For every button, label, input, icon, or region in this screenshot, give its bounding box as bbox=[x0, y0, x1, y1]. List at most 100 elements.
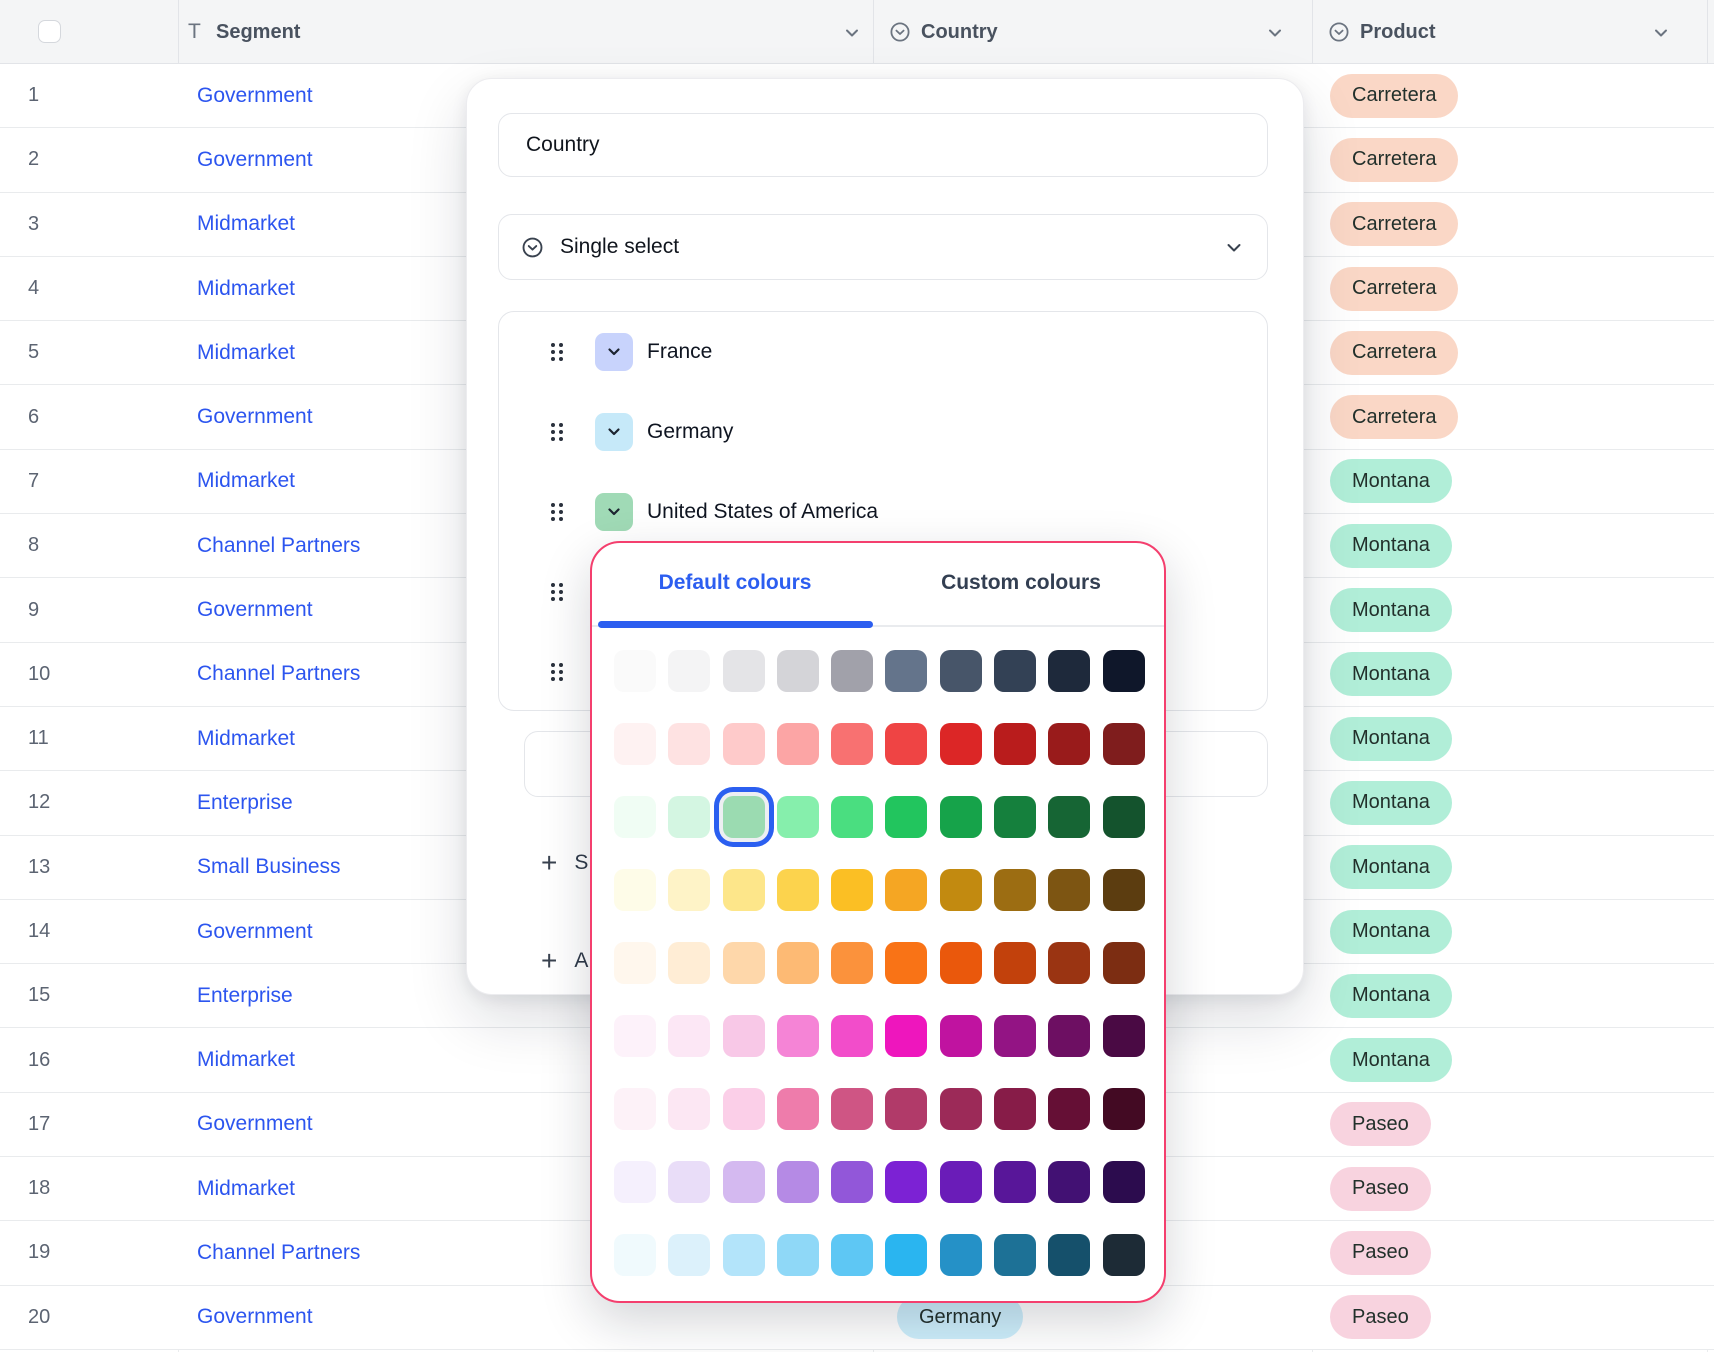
product-cell-pill[interactable]: Montana bbox=[1330, 781, 1452, 825]
chevron-down-icon[interactable] bbox=[1266, 24, 1284, 42]
color-swatch[interactable] bbox=[668, 1015, 710, 1057]
color-swatch[interactable] bbox=[723, 1161, 765, 1203]
color-swatch[interactable] bbox=[668, 942, 710, 984]
option-label[interactable]: United States of America bbox=[647, 472, 878, 552]
segment-cell[interactable]: Midmarket bbox=[197, 193, 295, 256]
color-swatch[interactable] bbox=[885, 723, 927, 765]
color-swatch[interactable] bbox=[885, 1015, 927, 1057]
row-number[interactable]: 10 bbox=[28, 643, 50, 706]
color-swatch[interactable] bbox=[614, 869, 656, 911]
select-all-checkbox[interactable] bbox=[38, 20, 61, 43]
color-swatch[interactable] bbox=[885, 1088, 927, 1130]
segment-cell[interactable]: Government bbox=[197, 385, 313, 448]
drag-handle-icon[interactable] bbox=[550, 582, 564, 602]
segment-cell[interactable]: Midmarket bbox=[197, 1028, 295, 1091]
drag-handle-icon[interactable] bbox=[550, 502, 564, 522]
color-swatch[interactable] bbox=[777, 1088, 819, 1130]
segment-cell[interactable]: Enterprise bbox=[197, 771, 293, 834]
color-swatch[interactable] bbox=[831, 1088, 873, 1130]
row-number[interactable]: 2 bbox=[28, 128, 39, 191]
color-swatch[interactable] bbox=[994, 1161, 1036, 1203]
color-swatch[interactable] bbox=[831, 942, 873, 984]
color-swatch[interactable] bbox=[668, 1088, 710, 1130]
color-swatch[interactable] bbox=[777, 1161, 819, 1203]
color-swatch[interactable] bbox=[614, 723, 656, 765]
color-swatch[interactable] bbox=[668, 1161, 710, 1203]
option-color-chip[interactable] bbox=[595, 493, 633, 531]
row-number[interactable]: 17 bbox=[28, 1093, 50, 1156]
color-swatch[interactable] bbox=[777, 650, 819, 692]
segment-cell[interactable]: Midmarket bbox=[197, 450, 295, 513]
product-cell-pill[interactable]: Carretera bbox=[1330, 395, 1458, 439]
color-swatch[interactable] bbox=[777, 723, 819, 765]
color-swatch[interactable] bbox=[1048, 1161, 1090, 1203]
product-cell-pill[interactable]: Montana bbox=[1330, 974, 1452, 1018]
product-cell-pill[interactable]: Montana bbox=[1330, 652, 1452, 696]
color-swatch[interactable] bbox=[1103, 650, 1145, 692]
color-swatch[interactable] bbox=[885, 1161, 927, 1203]
segment-cell[interactable]: Midmarket bbox=[197, 1157, 295, 1220]
color-swatch[interactable] bbox=[1048, 650, 1090, 692]
color-swatch[interactable] bbox=[994, 1088, 1036, 1130]
segment-cell[interactable]: Channel Partners bbox=[197, 643, 360, 706]
color-swatch[interactable] bbox=[1103, 1015, 1145, 1057]
color-swatch[interactable] bbox=[831, 1161, 873, 1203]
color-swatch[interactable] bbox=[940, 1161, 982, 1203]
color-swatch[interactable] bbox=[994, 650, 1036, 692]
color-swatch[interactable] bbox=[1103, 796, 1145, 838]
segment-cell[interactable]: Government bbox=[197, 578, 313, 641]
row-number[interactable]: 13 bbox=[28, 836, 50, 899]
product-cell-pill[interactable]: Montana bbox=[1330, 717, 1452, 761]
segment-cell[interactable]: Midmarket bbox=[197, 707, 295, 770]
color-swatch[interactable] bbox=[940, 869, 982, 911]
product-cell-pill[interactable]: Montana bbox=[1330, 459, 1452, 503]
color-swatch[interactable] bbox=[777, 1015, 819, 1057]
color-swatch[interactable] bbox=[1048, 796, 1090, 838]
chevron-down-icon[interactable] bbox=[1652, 24, 1670, 42]
row-number[interactable]: 19 bbox=[28, 1221, 50, 1284]
product-cell-pill[interactable]: Montana bbox=[1330, 524, 1452, 568]
color-swatch[interactable] bbox=[614, 1161, 656, 1203]
color-swatch[interactable] bbox=[940, 796, 982, 838]
color-swatch[interactable] bbox=[885, 869, 927, 911]
segment-cell[interactable]: Government bbox=[197, 128, 313, 191]
product-cell-pill[interactable]: Carretera bbox=[1330, 202, 1458, 246]
option-color-chip[interactable] bbox=[595, 413, 633, 451]
color-swatch[interactable] bbox=[831, 650, 873, 692]
color-swatch[interactable] bbox=[614, 942, 656, 984]
option-label[interactable]: France bbox=[647, 312, 712, 392]
color-swatch[interactable] bbox=[723, 869, 765, 911]
option-label[interactable]: Germany bbox=[647, 392, 733, 472]
row-number[interactable]: 11 bbox=[28, 707, 49, 770]
row-number[interactable]: 9 bbox=[28, 578, 39, 641]
color-swatch[interactable] bbox=[1103, 942, 1145, 984]
row-number[interactable]: 8 bbox=[28, 514, 39, 577]
color-swatch[interactable] bbox=[885, 650, 927, 692]
field-type-select[interactable]: Single select bbox=[498, 214, 1268, 280]
product-cell-pill[interactable]: Carretera bbox=[1330, 138, 1458, 182]
color-swatch[interactable] bbox=[885, 942, 927, 984]
color-swatch[interactable] bbox=[1103, 1088, 1145, 1130]
color-swatch[interactable] bbox=[1048, 1015, 1090, 1057]
color-swatch[interactable] bbox=[1103, 723, 1145, 765]
color-swatch[interactable] bbox=[940, 1234, 982, 1276]
color-swatch[interactable] bbox=[831, 723, 873, 765]
color-swatch[interactable] bbox=[668, 869, 710, 911]
row-number[interactable]: 20 bbox=[28, 1286, 50, 1349]
segment-cell[interactable]: Small Business bbox=[197, 836, 341, 899]
column-header-country[interactable]: Country bbox=[921, 0, 998, 64]
color-swatch[interactable] bbox=[994, 723, 1036, 765]
column-header-segment[interactable]: Segment bbox=[216, 0, 300, 64]
segment-cell[interactable]: Enterprise bbox=[197, 964, 293, 1027]
color-swatch[interactable] bbox=[940, 1088, 982, 1130]
row-number[interactable]: 15 bbox=[28, 964, 50, 1027]
color-swatch[interactable] bbox=[831, 796, 873, 838]
color-swatch[interactable] bbox=[668, 723, 710, 765]
color-swatch[interactable] bbox=[777, 796, 819, 838]
row-number[interactable]: 16 bbox=[28, 1028, 50, 1091]
segment-cell[interactable]: Government bbox=[197, 64, 313, 127]
color-swatch[interactable] bbox=[723, 1234, 765, 1276]
product-cell-pill[interactable]: Carretera bbox=[1330, 331, 1458, 375]
color-swatch[interactable] bbox=[831, 1234, 873, 1276]
color-swatch[interactable] bbox=[994, 1234, 1036, 1276]
